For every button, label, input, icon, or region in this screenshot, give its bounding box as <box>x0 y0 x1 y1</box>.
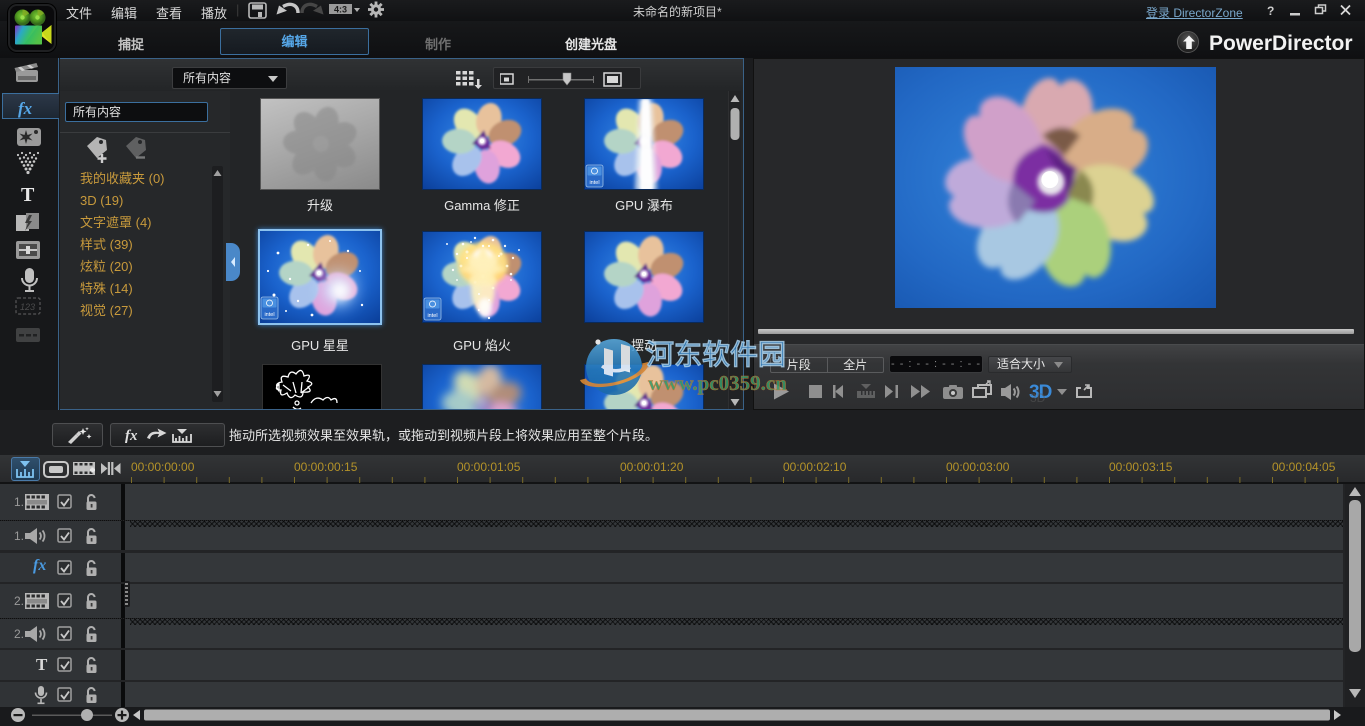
svg-text:?: ? <box>1267 4 1274 18</box>
svg-text:T: T <box>21 184 35 206</box>
svg-text:3D: 3D <box>1030 391 1046 404</box>
svg-text:fx: fx <box>18 99 33 118</box>
svg-text:4:3: 4:3 <box>334 5 347 15</box>
svg-text:河东软件园: 河东软件园 <box>646 338 786 371</box>
svg-text:www.pc0359.cn: www.pc0359.cn <box>648 371 787 395</box>
svg-text:123: 123 <box>20 302 35 312</box>
svg-text:fx: fx <box>125 428 138 444</box>
